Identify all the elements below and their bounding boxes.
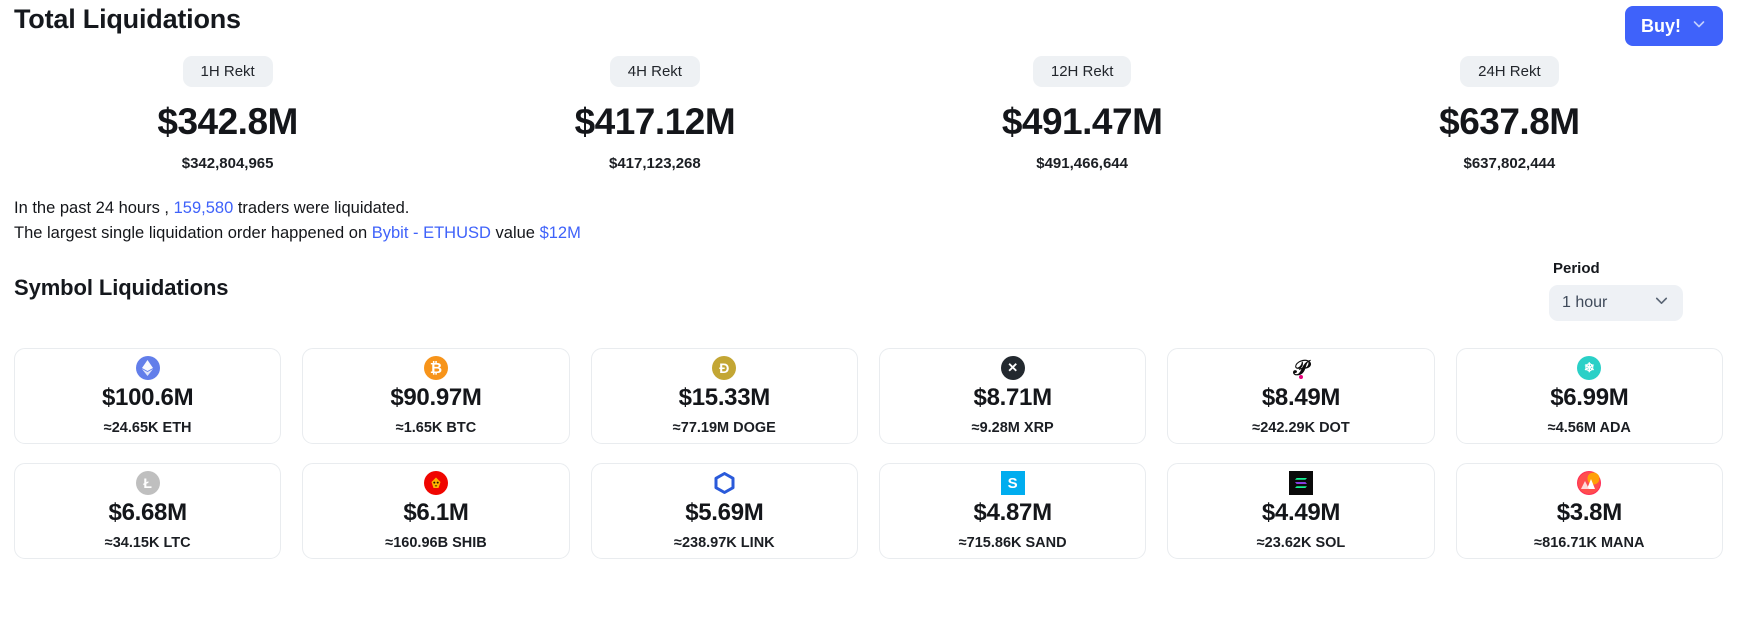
symbol-card-doge[interactable]: Đ $15.33M ≈77.19M DOGE bbox=[590, 348, 858, 444]
symbol-amount: ≈4.56M ADA bbox=[1547, 419, 1631, 436]
total-exact-value: $342,804,965 bbox=[181, 155, 274, 172]
symbol-value: $4.49M bbox=[1261, 499, 1341, 527]
total-exact-value: $417,123,268 bbox=[608, 155, 701, 172]
symbol-card-shib[interactable]: $6.1M ≈160.96B SHIB bbox=[302, 463, 570, 559]
section-title: Symbol Liquidations bbox=[14, 275, 229, 300]
total-exact-value: $491,466,644 bbox=[1036, 155, 1128, 172]
symbol-value: $8.71M bbox=[973, 384, 1053, 412]
summary-line1-suffix: traders were liquidated. bbox=[233, 199, 410, 217]
total-short-value: $491.47M bbox=[1001, 101, 1163, 142]
symbol-amount: ≈160.96B SHIB bbox=[385, 534, 487, 551]
summary-line-2: The largest single liquidation order hap… bbox=[14, 221, 1723, 246]
symbol-card-eth[interactable]: $100.6M ≈24.65K ETH bbox=[14, 348, 282, 444]
summary-text: In the past 24 hours , 159,580 traders w… bbox=[14, 196, 1723, 246]
buy-button[interactable]: Buy! bbox=[1625, 6, 1723, 46]
symbol-value: $5.69M bbox=[685, 499, 764, 527]
ada-icon: ❄ bbox=[1577, 356, 1602, 381]
liquidations-page: Total Liquidations Buy! 1H Rekt $342.8M … bbox=[0, 0, 1737, 625]
totals-row: 1H Rekt $342.8M $342,804,965 4H Rekt $41… bbox=[14, 56, 1723, 172]
summary-line1-prefix: In the past 24 hours , bbox=[14, 199, 174, 217]
symbol-card-link[interactable]: $5.69M ≈238.97K LINK bbox=[590, 463, 858, 559]
total-column: 24H Rekt $637.8M $637,802,444 bbox=[1296, 56, 1723, 172]
shib-icon bbox=[423, 471, 448, 496]
doge-icon: Đ bbox=[712, 356, 737, 381]
symbol-card-ada[interactable]: ❄ $6.99M ≈4.56M ADA bbox=[1455, 348, 1723, 444]
symbol-amount: ≈715.86K SAND bbox=[958, 534, 1067, 551]
period-control: Period 1 hour bbox=[1549, 260, 1683, 321]
symbol-card-mana[interactable]: $3.8M ≈816.71K MANA bbox=[1455, 463, 1723, 559]
symbol-amount: ≈9.28M XRP bbox=[971, 419, 1054, 436]
xrp-icon: ✕ bbox=[1000, 356, 1025, 381]
symbol-amount: ≈242.29K DOT bbox=[1252, 419, 1350, 436]
symbol-amount: ≈24.65K ETH bbox=[103, 419, 192, 436]
symbol-value: $8.49M bbox=[1261, 384, 1341, 412]
symbol-amount: ≈816.71K MANA bbox=[1534, 534, 1645, 551]
ltc-icon: Ł bbox=[135, 471, 160, 496]
symbol-card-dot[interactable]: 𝒫 $8.49M ≈242.29K DOT bbox=[1167, 348, 1435, 444]
summary-line-1: In the past 24 hours , 159,580 traders w… bbox=[14, 196, 1723, 221]
sand-icon: S bbox=[1000, 471, 1025, 496]
chevron-down-icon bbox=[1653, 292, 1670, 314]
page-header: Total Liquidations Buy! bbox=[14, 0, 1723, 50]
symbol-value: $6.99M bbox=[1550, 384, 1629, 412]
symbol-section-header: Symbol Liquidations Period 1 hour bbox=[14, 260, 1723, 346]
symbol-card-sol[interactable]: $4.49M ≈23.62K SOL bbox=[1167, 463, 1435, 559]
period-select-value: 1 hour bbox=[1562, 294, 1608, 311]
period-label: Period bbox=[1553, 260, 1600, 277]
chevron-down-icon bbox=[1691, 16, 1707, 37]
dot-icon: 𝒫 bbox=[1293, 355, 1309, 381]
total-column: 1H Rekt $342.8M $342,804,965 bbox=[14, 56, 441, 172]
summary-line2-middle: value bbox=[490, 224, 540, 242]
symbol-amount: ≈238.97K LINK bbox=[674, 534, 775, 551]
exchange-link[interactable]: Bybit - ETHUSD bbox=[372, 224, 491, 242]
period-badge: 24H Rekt bbox=[1460, 56, 1559, 87]
symbol-amount: ≈23.62K SOL bbox=[1256, 534, 1346, 551]
symbol-value: $3.8M bbox=[1556, 499, 1623, 527]
total-column: 4H Rekt $417.12M $417,123,268 bbox=[441, 56, 868, 172]
link-icon bbox=[712, 471, 736, 495]
total-short-value: $342.8M bbox=[157, 101, 298, 142]
total-short-value: $417.12M bbox=[574, 101, 736, 142]
symbol-amount: ≈1.65K BTC bbox=[395, 419, 477, 436]
period-badge: 1H Rekt bbox=[182, 56, 273, 87]
btc-icon: ₿ bbox=[423, 356, 448, 381]
symbol-amount: ≈34.15K LTC bbox=[104, 534, 191, 551]
symbol-card-btc[interactable]: ₿ $90.97M ≈1.65K BTC bbox=[302, 348, 570, 444]
page-title: Total Liquidations bbox=[14, 4, 241, 34]
symbol-amount: ≈77.19M DOGE bbox=[672, 419, 776, 436]
symbol-card-xrp[interactable]: ✕ $8.71M ≈9.28M XRP bbox=[879, 348, 1147, 444]
buy-button-label: Buy! bbox=[1641, 15, 1681, 36]
symbol-value: $90.97M bbox=[390, 384, 482, 412]
period-badge: 4H Rekt bbox=[609, 56, 700, 87]
symbol-grid: $100.6M ≈24.65K ETH ₿ $90.97M ≈1.65K BTC… bbox=[14, 348, 1723, 559]
mana-icon bbox=[1577, 471, 1602, 496]
symbol-value: $6.1M bbox=[403, 499, 469, 527]
sol-icon bbox=[1288, 471, 1313, 496]
period-badge: 12H Rekt bbox=[1032, 56, 1132, 87]
largest-order-value-link[interactable]: $12M bbox=[540, 224, 581, 242]
symbol-card-ltc[interactable]: Ł $6.68M ≈34.15K LTC bbox=[14, 463, 282, 559]
symbol-value: $15.33M bbox=[678, 384, 771, 412]
symbol-value: $6.68M bbox=[108, 499, 188, 527]
traders-count: 159,580 bbox=[173, 199, 234, 217]
summary-line2-prefix: The largest single liquidation order hap… bbox=[14, 224, 372, 242]
total-exact-value: $637,802,444 bbox=[1463, 155, 1556, 172]
symbol-card-sand[interactable]: S $4.87M ≈715.86K SAND bbox=[879, 463, 1147, 559]
total-short-value: $637.8M bbox=[1439, 101, 1580, 142]
period-select[interactable]: 1 hour bbox=[1549, 285, 1683, 321]
total-column: 12H Rekt $491.47M $491,466,644 bbox=[869, 56, 1296, 172]
symbol-value: $100.6M bbox=[102, 384, 194, 412]
eth-icon bbox=[135, 356, 160, 381]
symbol-value: $4.87M bbox=[973, 499, 1053, 527]
